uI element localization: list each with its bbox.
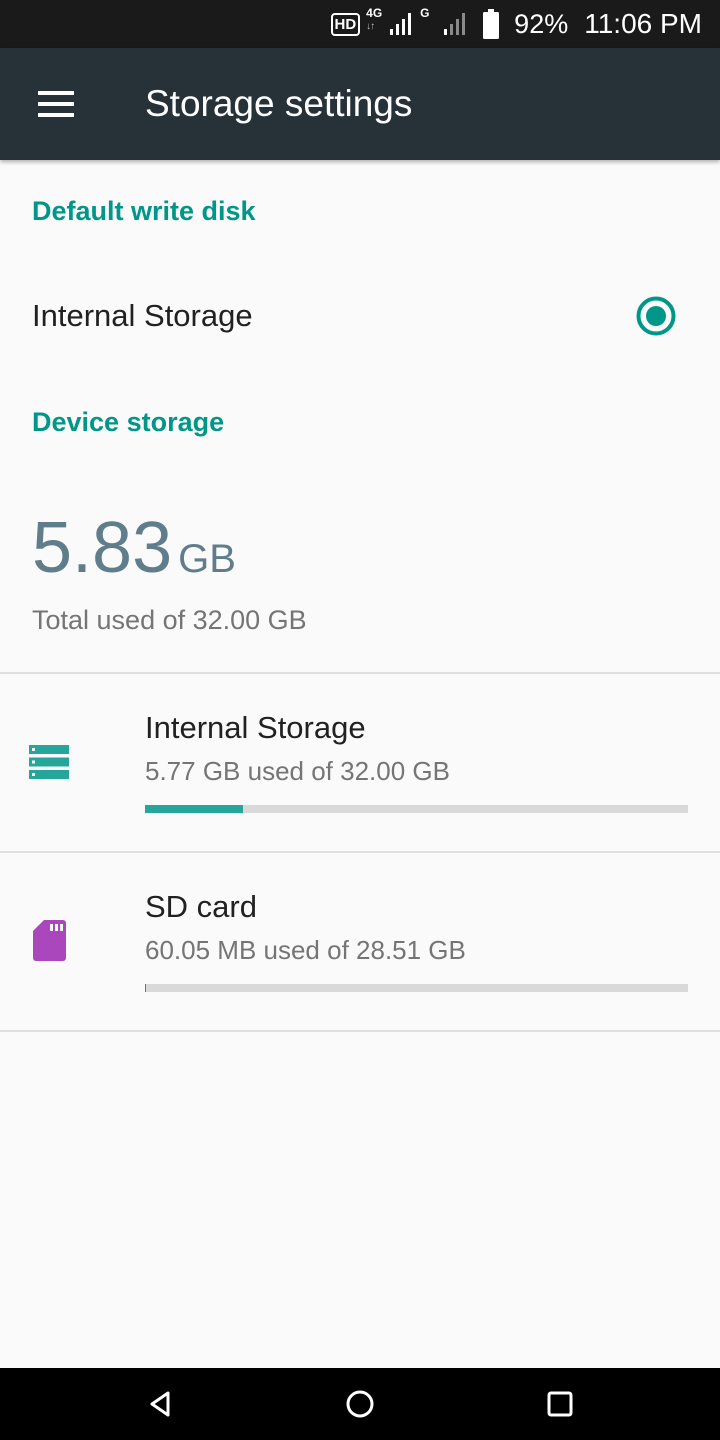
battery-percent: 92%: [514, 8, 569, 39]
storage-icon: [29, 745, 69, 779]
storage-summary-caption: Total used of 32.00 GB: [32, 605, 307, 635]
network-type-label: 4G: [366, 6, 383, 20]
network-type-label: G: [420, 6, 430, 20]
used-unit: GB: [178, 537, 236, 581]
volume-subtitle: 60.05 MB used of 28.51 GB: [145, 935, 466, 965]
battery-icon: [483, 9, 500, 39]
menu-icon: [38, 91, 74, 117]
storage-progress-bar: [145, 805, 688, 813]
volume-internal-storage[interactable]: Internal Storage 5.77 GB used of 32.00 G…: [0, 674, 720, 850]
storage-progress-bar: [145, 984, 688, 992]
back-icon: [150, 1391, 170, 1417]
default-write-disk-option[interactable]: Internal Storage: [0, 262, 720, 372]
storage-progress-fill: [145, 984, 147, 992]
radio-selected-icon[interactable]: [634, 294, 678, 338]
volume-title: SD card: [145, 889, 257, 924]
divider: [0, 1030, 720, 1032]
page-title: Storage settings: [145, 83, 413, 124]
volume-title: Internal Storage: [145, 710, 366, 745]
storage-progress-fill: [145, 805, 243, 813]
navigation-bar: [0, 1368, 720, 1440]
app-bar: Storage settings: [0, 48, 720, 160]
signal-icon: [390, 13, 412, 35]
recents-button[interactable]: [520, 1374, 600, 1434]
default-write-disk-header: Default write disk: [32, 196, 256, 226]
back-button[interactable]: [120, 1374, 200, 1434]
sd-card-icon: [33, 920, 66, 961]
data-activity-icon: ↓↑: [366, 21, 375, 32]
network-g-indicator: G: [420, 6, 468, 39]
status-icons: HD 4G ↓↑ G 92% 11:06 PM: [330, 6, 702, 39]
volume-subtitle: 5.77 GB used of 32.00 GB: [145, 756, 450, 786]
storage-summary-value: 5.83 GB: [32, 512, 236, 584]
volume-sd-card[interactable]: SD card 60.05 MB used of 28.51 GB: [0, 853, 720, 1029]
network-4g-indicator: 4G ↓↑: [366, 6, 414, 39]
home-icon: [346, 1390, 374, 1418]
device-storage-header: Device storage: [32, 407, 225, 437]
option-label: Internal Storage: [32, 298, 253, 333]
recents-icon: [547, 1391, 573, 1417]
clock: 11:06 PM: [584, 8, 702, 39]
home-button[interactable]: [320, 1374, 400, 1434]
hd-icon: HD: [330, 12, 361, 36]
signal-icon: [444, 13, 466, 35]
used-value: 5.83: [32, 508, 173, 588]
menu-button[interactable]: [22, 72, 90, 136]
status-bar: HD 4G ↓↑ G 92% 11:06 PM: [0, 0, 720, 48]
